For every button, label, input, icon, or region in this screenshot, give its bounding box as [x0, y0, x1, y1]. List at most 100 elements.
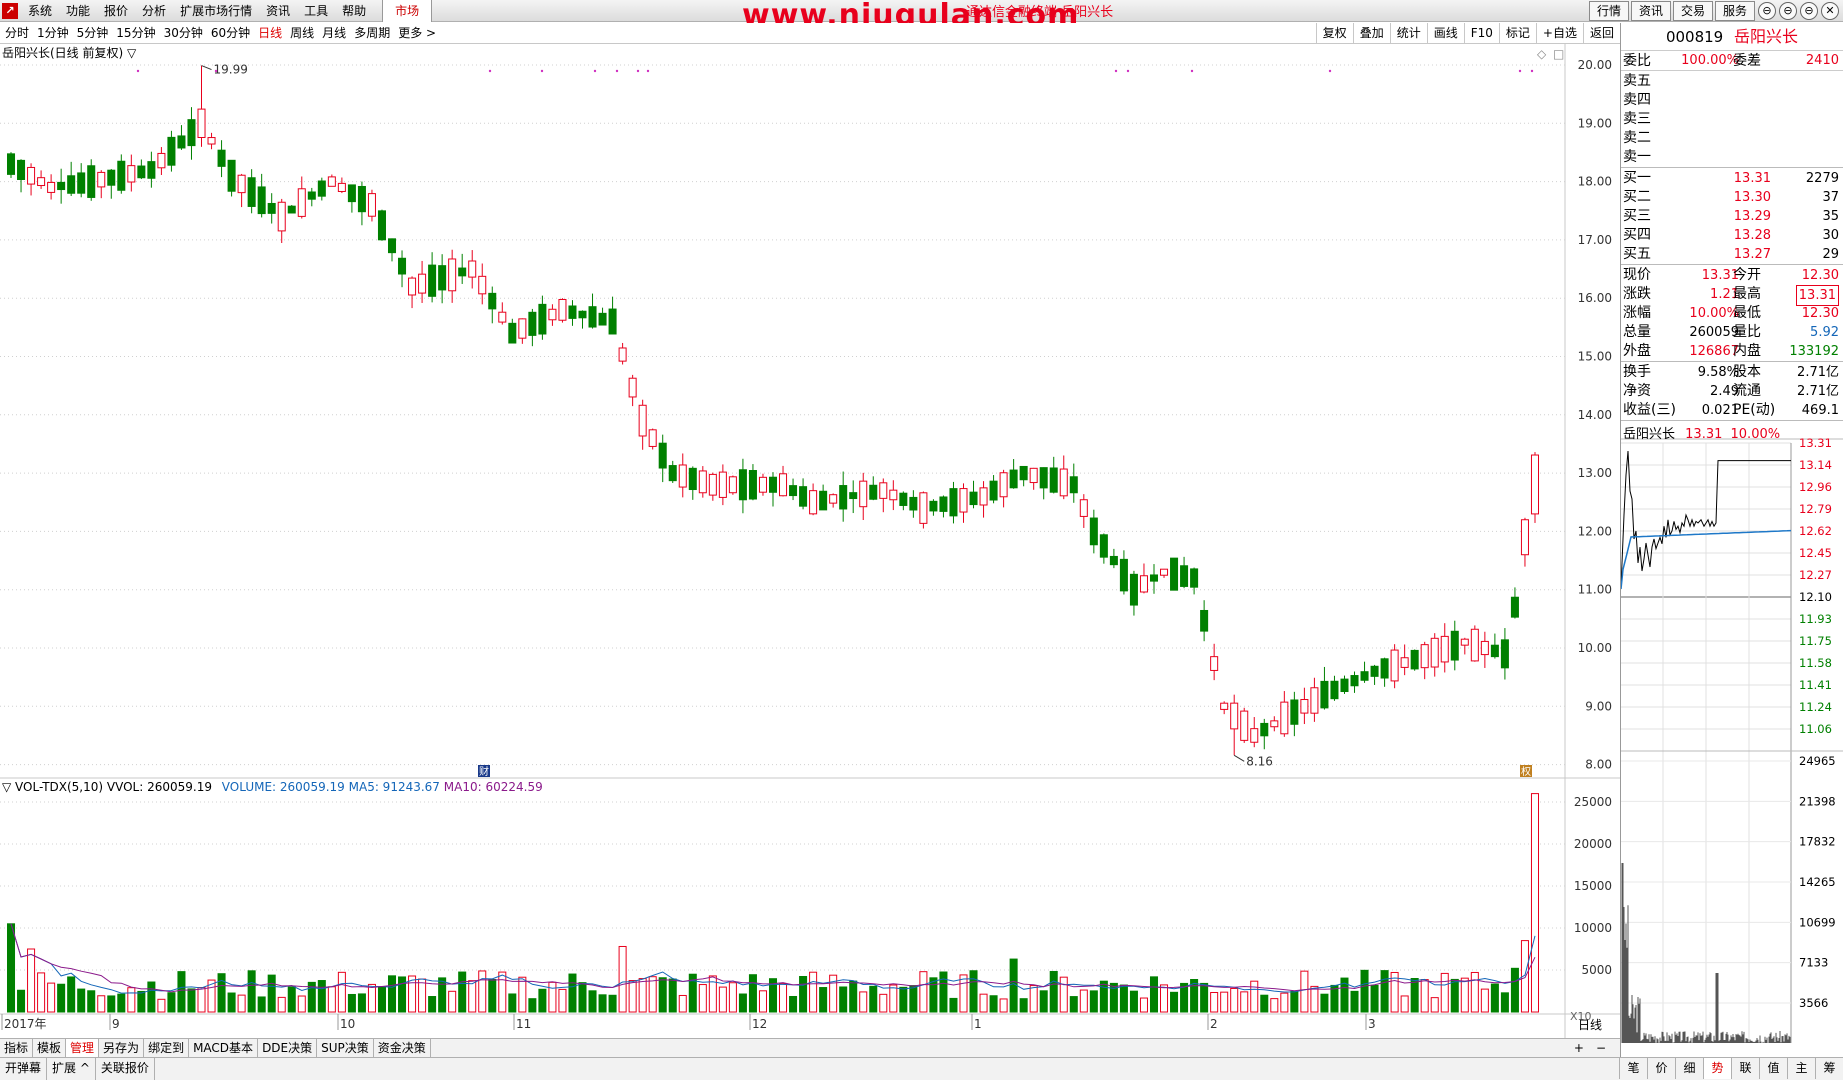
back-button[interactable]: 返回 [1582, 23, 1620, 44]
tab-sup[interactable]: SUP决策 [317, 1039, 374, 1057]
bid-row[interactable]: 买三 13.29 35 [1621, 207, 1843, 226]
tab-price[interactable]: 价 [1647, 1058, 1675, 1079]
volume-bar [779, 983, 788, 1013]
tab-template[interactable]: 模板 [33, 1039, 67, 1057]
candle-body [87, 165, 96, 198]
period-multi[interactable]: 多周期 [351, 23, 395, 44]
tab-save-as[interactable]: 另存为 [99, 1039, 145, 1057]
period-daily[interactable]: 日线 [255, 23, 287, 44]
period-monthly[interactable]: 月线 [319, 23, 351, 44]
intraday-minichart[interactable]: 13.31 13.14 12.96 12.79 12.62 12.45 12.27 12.10… [1621, 421, 1843, 1052]
mini-price-tick: 12.45 [1799, 546, 1832, 560]
tab-trend[interactable]: 势 [1703, 1058, 1731, 1079]
candle-body [177, 135, 186, 149]
candle-body [217, 149, 226, 167]
menu-system[interactable]: 系统 [24, 0, 62, 22]
f10-button[interactable]: F10 [1463, 23, 1499, 44]
menu-analysis[interactable]: 分析 [138, 0, 176, 22]
candle-body [1330, 680, 1339, 700]
related-quote-button[interactable]: 关联报价 [96, 1058, 155, 1080]
event-dot [1328, 69, 1332, 73]
period-more[interactable]: 更多 > [395, 23, 441, 44]
tab-tick-detail[interactable]: 笔 [1619, 1058, 1647, 1079]
date-label: 10 [340, 1017, 355, 1031]
ask-row[interactable]: 卖四 [1621, 91, 1843, 110]
extend-button[interactable]: 扩展 ^ [47, 1058, 96, 1080]
tab-detail[interactable]: 细 [1675, 1058, 1703, 1079]
tab-bind[interactable]: 绑定到 [144, 1039, 190, 1057]
draw-button[interactable]: 画线 [1426, 23, 1464, 44]
ask-row[interactable]: 卖三 [1621, 110, 1843, 129]
trade-button[interactable]: 交易 [1672, 1, 1713, 21]
restore-icon[interactable]: ⊖ [1779, 2, 1797, 20]
minimize-icon[interactable]: ⊖ [1758, 2, 1776, 20]
tab-value[interactable]: 值 [1759, 1058, 1787, 1079]
menu-tools[interactable]: 工具 [300, 0, 338, 22]
bid-row[interactable]: 买一 13.31 2279 [1621, 169, 1843, 188]
bid-row[interactable]: 买二 13.30 37 [1621, 188, 1843, 207]
tab-link[interactable]: 联 [1731, 1058, 1759, 1079]
price-tick-label: 18.00 [1578, 175, 1612, 189]
overlay-button[interactable]: 叠加 [1352, 23, 1390, 44]
tab-dde[interactable]: DDE决策 [258, 1039, 318, 1057]
period-5min[interactable]: 5分钟 [74, 23, 114, 44]
stock-name[interactable]: 岳阳兴长 [1734, 27, 1798, 46]
candle-body [638, 404, 647, 437]
candle-body [1200, 609, 1209, 632]
candle-body [17, 159, 26, 180]
candle-body [1350, 675, 1359, 687]
mini-price-tick: 12.27 [1799, 568, 1832, 582]
menu-news[interactable]: 资讯 [262, 0, 300, 22]
quote-button[interactable]: 行情 [1588, 1, 1629, 21]
kline-chart[interactable]: 20.0019.0018.0017.0016.0015.0014.0013.00… [0, 44, 1620, 1038]
menu-help[interactable]: 帮助 [338, 0, 376, 22]
tab-fund[interactable]: 资金决策 [374, 1039, 431, 1057]
tab-chips[interactable]: 筹 [1815, 1058, 1843, 1079]
candle-body [1530, 454, 1540, 515]
maximize-icon[interactable]: ⊖ [1800, 2, 1818, 20]
app-logo-icon[interactable]: ↗ [2, 3, 18, 19]
menu-extended-market[interactable]: 扩展市场行情 [176, 0, 262, 22]
ask-row[interactable]: 卖一 [1621, 148, 1843, 167]
add-watchlist-button[interactable]: +自选 [1535, 23, 1583, 44]
volume-bar [217, 973, 226, 1013]
danmaku-button[interactable]: 开弹幕 [0, 1058, 48, 1080]
tab-manage[interactable]: 管理 [66, 1039, 100, 1057]
menu-quote[interactable]: 报价 [100, 0, 138, 22]
zoom-out-button[interactable]: − [1590, 1039, 1612, 1057]
period-tick[interactable]: 分时 [2, 23, 34, 44]
event-dot [136, 69, 140, 73]
menu-function[interactable]: 功能 [62, 0, 100, 22]
mark-button[interactable]: 标记 [1498, 23, 1536, 44]
volume-indicator-header[interactable]: ▽ VOL-TDX(5,10) VVOL: 260059.19 VOLUME: … [2, 779, 543, 795]
period-60min[interactable]: 60分钟 [208, 23, 255, 44]
mini-price-tick: 13.14 [1799, 458, 1832, 472]
news-button[interactable]: 资讯 [1630, 1, 1671, 21]
candle-body [267, 202, 276, 214]
period-15min[interactable]: 15分钟 [113, 23, 160, 44]
ask-row[interactable]: 卖二 [1621, 129, 1843, 148]
chart-title[interactable]: 岳阳兴长(日线 前复权) ▽ [2, 45, 136, 61]
adjust-button[interactable]: 复权 [1315, 23, 1353, 44]
zoom-in-button[interactable]: + [1568, 1039, 1590, 1057]
period-1min[interactable]: 1分钟 [34, 23, 74, 44]
period-30min[interactable]: 30分钟 [161, 23, 208, 44]
candle-body [418, 273, 427, 294]
volume-bar [428, 996, 437, 1013]
stats-button[interactable]: 统计 [1389, 23, 1427, 44]
tab-indicator[interactable]: 指标 [0, 1039, 34, 1057]
menu-market[interactable]: 市场 [382, 0, 433, 22]
ask-row[interactable]: 卖五 [1621, 72, 1843, 91]
ask-label: 卖三 [1623, 111, 1651, 127]
tab-macd[interactable]: MACD基本 [189, 1039, 259, 1057]
intraday-chart-svg[interactable]: 13.31 13.14 12.96 12.79 12.62 12.45 12.27 12.10… [1621, 421, 1843, 1052]
close-icon[interactable]: ✕ [1821, 2, 1839, 20]
bid-row[interactable]: 买四 13.28 30 [1621, 226, 1843, 245]
candle-body [1180, 565, 1189, 587]
service-button[interactable]: 服务 [1714, 1, 1755, 21]
period-weekly[interactable]: 周线 [287, 23, 319, 44]
tab-main[interactable]: 主 [1787, 1058, 1815, 1079]
bid-row[interactable]: 买五 13.27 29 [1621, 245, 1843, 264]
volume-bar [919, 971, 928, 1013]
mini-vol-tick: 17832 [1799, 835, 1836, 849]
